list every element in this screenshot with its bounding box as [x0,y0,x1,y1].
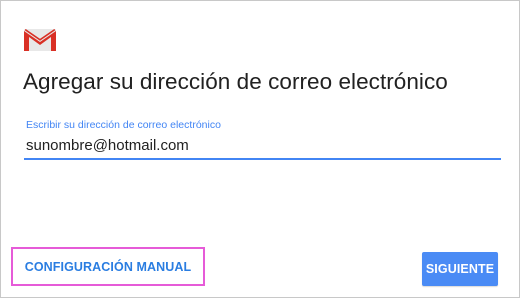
email-field[interactable] [24,134,501,160]
page-title: Agregar su dirección de correo electróni… [23,69,448,94]
next-button[interactable]: SIGUIENTE [422,252,498,286]
add-account-screen: Agregar su dirección de correo electróni… [0,0,520,298]
email-field-label: Escribir su dirección de correo electrón… [26,119,221,131]
gmail-logo-icon [24,29,56,51]
manual-config-button[interactable]: CONFIGURACIÓN MANUAL [15,251,201,282]
